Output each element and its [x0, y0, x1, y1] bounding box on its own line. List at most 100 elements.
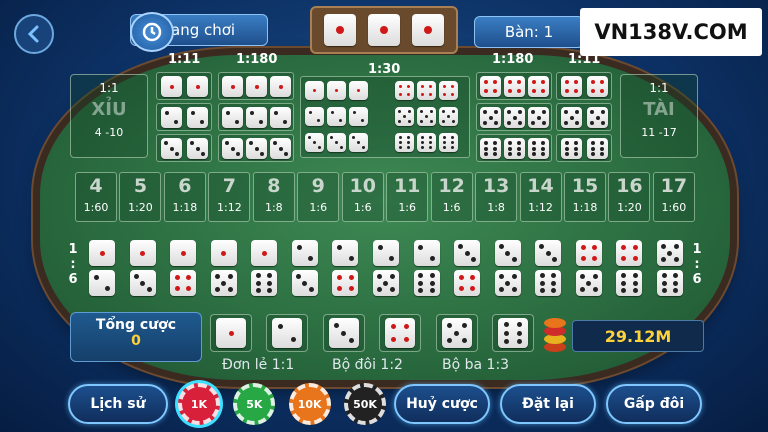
- triple-bet[interactable]: [218, 134, 294, 162]
- pair-combo-bet[interactable]: [165, 238, 201, 300]
- sum-bet[interactable]: 12 1:6: [430, 172, 473, 222]
- sum-bet[interactable]: 10 1:6: [341, 172, 384, 222]
- chip-5k[interactable]: 5K: [233, 383, 276, 425]
- pair-combo-bet[interactable]: [449, 238, 485, 300]
- sum-value: 9: [311, 175, 325, 197]
- single-die-bet[interactable]: [379, 314, 422, 352]
- total-bet-panel: Tổng cược 0: [70, 312, 202, 362]
- pair-combo-bet[interactable]: [368, 238, 404, 300]
- pair-combo-bet[interactable]: [287, 238, 323, 300]
- triple-bet[interactable]: [476, 103, 552, 131]
- cancel-bet-button[interactable]: Huỷ cược: [394, 384, 490, 424]
- sum-odds: 1:60: [661, 201, 687, 214]
- die-face: [222, 138, 243, 159]
- reset-button[interactable]: Đặt lại: [500, 384, 596, 424]
- sum-value: 5: [133, 175, 148, 197]
- die-face: [272, 318, 303, 348]
- die-face: [504, 76, 525, 97]
- die-face: [494, 240, 521, 266]
- pair-ratio-char: 6: [692, 272, 702, 287]
- back-button[interactable]: [14, 14, 54, 54]
- die-face: [480, 138, 501, 159]
- pair-combo-bet[interactable]: [246, 238, 282, 300]
- pair-bet[interactable]: [156, 103, 212, 131]
- pair-combo-bet[interactable]: [409, 238, 445, 300]
- die-face: [504, 107, 525, 128]
- small-ratio: 1:1: [99, 81, 119, 95]
- sum-bet[interactable]: 5 1:20: [119, 172, 162, 222]
- die-face: [454, 270, 481, 296]
- die-face: [372, 240, 399, 266]
- die-face: [480, 107, 501, 128]
- result-die: [412, 14, 444, 46]
- die-face: [222, 76, 243, 97]
- chip-10k[interactable]: 10K: [288, 383, 331, 425]
- pair-combo-bet[interactable]: [530, 238, 566, 300]
- die-face: [222, 107, 243, 128]
- single-die-bet[interactable]: [266, 314, 309, 352]
- pair-bet[interactable]: [156, 134, 212, 162]
- die-face: [441, 318, 472, 348]
- single-die-bets: [210, 314, 534, 354]
- sum-bet[interactable]: 17 1:60: [652, 172, 695, 222]
- sum-odds: 1:6: [398, 201, 417, 214]
- group-ratio-label: 1:180: [236, 52, 278, 67]
- die-face: [385, 318, 416, 348]
- pair-combo-bet[interactable]: [327, 238, 363, 300]
- bet-small[interactable]: 1:1 XỈU 4 -10: [70, 74, 148, 158]
- sum-value: 11: [393, 175, 421, 197]
- big-range: 11 -17: [641, 126, 677, 139]
- chip-1k[interactable]: 1K: [178, 383, 220, 425]
- pair-combo-bet[interactable]: [611, 238, 647, 300]
- pair-ratio-char: 1: [692, 242, 702, 257]
- result-dice-panel: [310, 6, 458, 54]
- pair-combo-bet[interactable]: [571, 238, 607, 300]
- single-die-bet[interactable]: [491, 314, 534, 352]
- pair-combo-bet[interactable]: [84, 238, 120, 300]
- sum-bet[interactable]: 14 1:12: [519, 172, 562, 222]
- pair-combo-bet[interactable]: [490, 238, 526, 300]
- sum-bet[interactable]: 6 1:18: [163, 172, 206, 222]
- triple-bet[interactable]: [218, 72, 294, 100]
- die-face: [395, 133, 414, 152]
- single-die-bet[interactable]: [322, 314, 365, 352]
- chip-50k[interactable]: 50K: [343, 383, 386, 425]
- die-face: [417, 133, 436, 152]
- sum-odds: 1:6: [309, 201, 328, 214]
- sum-bet[interactable]: 11 1:6: [386, 172, 429, 222]
- result-die: [324, 14, 356, 46]
- pair-combo-bet[interactable]: [206, 238, 242, 300]
- triple-bet[interactable]: [476, 72, 552, 100]
- sum-bet[interactable]: 8 1:8: [252, 172, 295, 222]
- die-face: [587, 107, 608, 128]
- pair-bet[interactable]: [156, 72, 212, 100]
- single-die-bet[interactable]: [210, 314, 252, 352]
- die-face: [270, 76, 291, 97]
- bet-big[interactable]: 1:1 TÀI 11 -17: [620, 74, 698, 158]
- sum-bet[interactable]: 7 1:12: [208, 172, 251, 222]
- pair-bet[interactable]: [556, 103, 612, 131]
- sum-bet[interactable]: 16 1:20: [608, 172, 651, 222]
- sum-odds: 1:20: [617, 201, 642, 214]
- die-face: [413, 240, 440, 266]
- sum-bet[interactable]: 15 1:18: [563, 172, 606, 222]
- triple-bet[interactable]: [218, 103, 294, 131]
- pair-combo-bet[interactable]: [125, 238, 161, 300]
- pair-bet[interactable]: [556, 72, 612, 100]
- any-triple-bet[interactable]: [300, 76, 470, 158]
- die-face: [129, 270, 156, 296]
- double-bet-button[interactable]: Gấp đôi: [606, 384, 702, 424]
- pair-combo-bet[interactable]: [652, 238, 688, 300]
- triple-bet[interactable]: [476, 134, 552, 162]
- die-face: [439, 107, 458, 126]
- history-clock-icon[interactable]: [130, 12, 174, 52]
- history-button[interactable]: Lịch sử: [68, 384, 168, 424]
- die-face: [417, 107, 436, 126]
- die-face: [161, 76, 182, 97]
- sum-bet[interactable]: 13 1:8: [475, 172, 518, 222]
- sum-bet[interactable]: 4 1:60: [75, 172, 117, 222]
- sum-bets-row: 4 1:60 5 1:20 6 1:18 7 1:12 8 1:8 9 1:6 10 1:6 11 1:6 12…: [75, 172, 695, 222]
- pair-bet[interactable]: [556, 134, 612, 162]
- single-die-bet[interactable]: [435, 314, 478, 352]
- sum-bet[interactable]: 9 1:6: [297, 172, 340, 222]
